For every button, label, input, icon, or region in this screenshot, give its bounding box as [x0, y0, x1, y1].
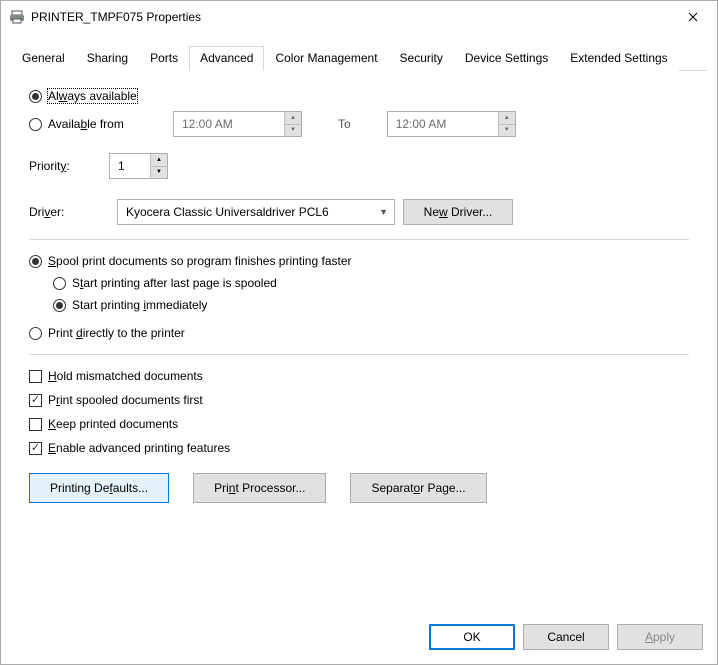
- priority-label: Priority:: [29, 159, 109, 173]
- radio-label: Print directly to the printer: [48, 326, 185, 340]
- radio-icon: [53, 277, 66, 290]
- spin-up-icon[interactable]: ▲: [151, 154, 167, 167]
- action-button-row: Printing Defaults... Print Processor... …: [29, 473, 689, 503]
- radio-label: Start printing after last page is spoole…: [72, 276, 277, 290]
- check-enable-advanced[interactable]: ✓ Enable advanced printing features: [29, 441, 689, 455]
- radio-icon: [53, 299, 66, 312]
- check-label: Hold mismatched documents: [48, 369, 203, 383]
- checkbox-icon: ✓: [29, 394, 42, 407]
- priority-input[interactable]: 1 ▲▼: [109, 153, 168, 179]
- radio-label: Spool print documents so program finishe…: [48, 254, 352, 268]
- print-processor-button[interactable]: Print Processor...: [193, 473, 326, 503]
- tab-ports[interactable]: Ports: [139, 46, 189, 71]
- spinner[interactable]: ▲▼: [150, 154, 167, 178]
- spinner[interactable]: ▲▼: [284, 112, 301, 136]
- printing-defaults-button[interactable]: Printing Defaults...: [29, 473, 169, 503]
- check-print-spooled-first[interactable]: ✓ Print spooled documents first: [29, 393, 689, 407]
- tab-device-settings[interactable]: Device Settings: [454, 46, 559, 71]
- radio-icon: [29, 90, 42, 103]
- tab-color-management[interactable]: Color Management: [264, 46, 388, 71]
- radio-print-directly[interactable]: Print directly to the printer: [29, 326, 689, 340]
- check-keep-printed[interactable]: Keep printed documents: [29, 417, 689, 431]
- title-bar: PRINTER_TMPF075 Properties: [1, 1, 717, 33]
- check-label: Keep printed documents: [48, 417, 178, 431]
- spinner[interactable]: ▲▼: [498, 112, 515, 136]
- check-label: Enable advanced printing features: [48, 441, 230, 455]
- separator-page-button[interactable]: Separator Page...: [350, 473, 486, 503]
- spin-down-icon[interactable]: ▼: [285, 125, 301, 137]
- radio-spool[interactable]: Spool print documents so program finishe…: [29, 254, 689, 268]
- radio-start-immediately[interactable]: Start printing immediately: [53, 298, 689, 312]
- radio-label: Start printing immediately: [72, 298, 207, 312]
- window-title: PRINTER_TMPF075 Properties: [31, 10, 670, 24]
- close-icon: [688, 12, 698, 22]
- properties-dialog: PRINTER_TMPF075 Properties General Shari…: [0, 0, 718, 665]
- time-to-input[interactable]: 12:00 AM ▲▼: [387, 111, 516, 137]
- tab-sharing[interactable]: Sharing: [76, 46, 139, 71]
- radio-label: Always available: [48, 89, 137, 103]
- checkbox-icon: [29, 418, 42, 431]
- dialog-button-row: OK Cancel Apply: [1, 614, 717, 664]
- separator: [29, 239, 689, 240]
- time-from-value: 12:00 AM: [174, 112, 284, 136]
- spin-down-icon[interactable]: ▼: [499, 125, 515, 137]
- time-from-input[interactable]: 12:00 AM ▲▼: [173, 111, 302, 137]
- apply-button[interactable]: Apply: [617, 624, 703, 650]
- separator: [29, 354, 689, 355]
- cancel-button[interactable]: Cancel: [523, 624, 609, 650]
- check-label: Print spooled documents first: [48, 393, 203, 407]
- tab-extended-settings[interactable]: Extended Settings: [559, 46, 678, 71]
- new-driver-button[interactable]: New Driver...: [403, 199, 513, 225]
- checkbox-icon: ✓: [29, 442, 42, 455]
- spin-up-icon[interactable]: ▲: [285, 112, 301, 125]
- close-button[interactable]: [670, 2, 715, 32]
- spin-down-icon[interactable]: ▼: [151, 167, 167, 179]
- radio-available-from[interactable]: Available from: [29, 117, 159, 131]
- check-hold-mismatched[interactable]: Hold mismatched documents: [29, 369, 689, 383]
- tab-general[interactable]: General: [11, 46, 76, 71]
- driver-label: Driver:: [29, 205, 109, 219]
- priority-value: 1: [110, 154, 150, 178]
- driver-select[interactable]: Kyocera Classic Universaldriver PCL6 ▼: [117, 199, 395, 225]
- tab-security[interactable]: Security: [389, 46, 454, 71]
- radio-label: Available from: [48, 117, 124, 131]
- tab-advanced[interactable]: Advanced: [189, 46, 264, 71]
- radio-always-available[interactable]: Always available: [29, 89, 689, 103]
- ok-button[interactable]: OK: [429, 624, 515, 650]
- radio-icon: [29, 255, 42, 268]
- radio-icon: [29, 118, 42, 131]
- spin-up-icon[interactable]: ▲: [499, 112, 515, 125]
- printer-icon: [9, 9, 25, 25]
- time-to-value: 12:00 AM: [388, 112, 498, 136]
- checkbox-icon: [29, 370, 42, 383]
- radio-icon: [29, 327, 42, 340]
- radio-start-after-last[interactable]: Start printing after last page is spoole…: [53, 276, 689, 290]
- tab-bar: General Sharing Ports Advanced Color Man…: [11, 45, 707, 71]
- tab-content: Always available Available from 12:00 AM…: [1, 71, 717, 614]
- chevron-down-icon: ▼: [379, 207, 388, 217]
- driver-value: Kyocera Classic Universaldriver PCL6: [126, 205, 329, 219]
- to-label: To: [338, 117, 351, 131]
